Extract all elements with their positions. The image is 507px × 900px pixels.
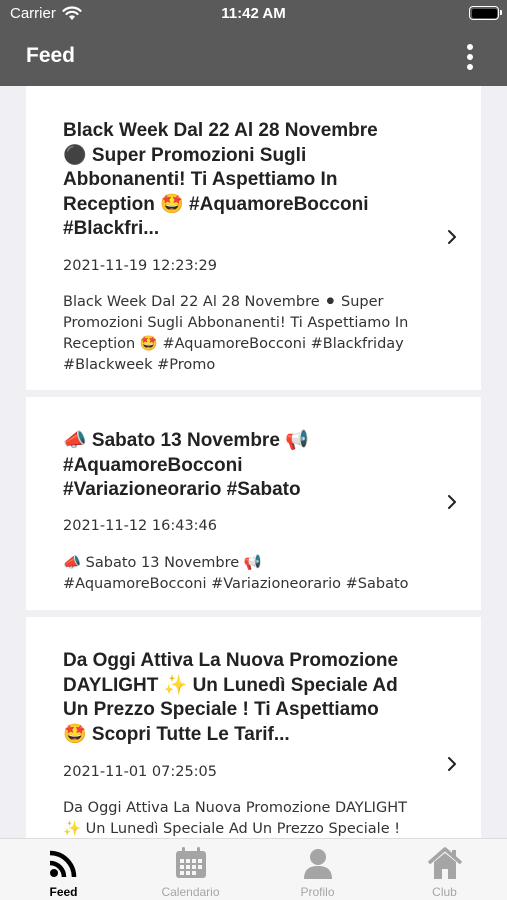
title-line: #Variazioneorario #Sabato bbox=[63, 479, 301, 500]
feed-card-body: Black Week Dal 22 Al 28 Novembre ⚫ Super… bbox=[63, 292, 433, 376]
more-vertical-icon[interactable] bbox=[463, 44, 477, 70]
status-bar: Carrier 11:42 AM bbox=[0, 0, 507, 28]
feed-card[interactable]: 📣 Sabato 13 Novembre 📢 #AquamoreBocconi … bbox=[26, 397, 481, 610]
body-line: Reception 🤩 #AquamoreBocconi #Blackfrida… bbox=[63, 336, 404, 352]
tab-label: Club bbox=[432, 885, 457, 899]
home-icon bbox=[427, 847, 462, 879]
title-line: #AquamoreBocconi bbox=[63, 454, 243, 476]
navigation-bar: Feed bbox=[0, 28, 507, 86]
chevron-right-icon[interactable] bbox=[445, 756, 459, 772]
title-line: 📣 Sabato 13 Novembre 📢 bbox=[63, 430, 309, 451]
title-line: Abbonanenti! Ti Aspettiamo In bbox=[63, 169, 338, 190]
title-line: 🤩 Scopri Tutte Le Tarif... bbox=[63, 723, 290, 745]
chevron-right-icon[interactable] bbox=[445, 494, 459, 510]
title-line: Da Oggi Attiva La Nuova Promozione bbox=[63, 650, 399, 671]
tab-label: Feed bbox=[49, 885, 78, 899]
feed-card-title: 📣 Sabato 13 Novembre 📢 #AquamoreBocconi … bbox=[63, 429, 413, 503]
feed-card-date: 2021-11-19 12:23:29 bbox=[63, 258, 217, 274]
body-line: 📣 Sabato 13 Novembre 📢 bbox=[63, 555, 262, 571]
user-icon bbox=[303, 849, 332, 879]
tab-club[interactable]: Club bbox=[381, 843, 507, 899]
title-line: #Blackfri... bbox=[63, 218, 160, 239]
tab-feed[interactable]: Feed bbox=[0, 843, 127, 899]
feed-card-date: 2021-11-12 16:43:46 bbox=[63, 518, 217, 534]
page-title: Feed bbox=[26, 44, 76, 67]
battery-icon bbox=[469, 6, 502, 20]
feed-card-title: Black Week Dal 22 Al 28 Novembre ⚫ Super… bbox=[63, 119, 413, 242]
calendar-icon bbox=[175, 847, 206, 878]
feed-card-title: Da Oggi Attiva La Nuova Promozione DAYLI… bbox=[63, 649, 413, 747]
feed-card-body: Da Oggi Attiva La Nuova Promozione DAYLI… bbox=[63, 798, 433, 838]
tab-bar: Feed Calendario Profilo Club bbox=[0, 838, 507, 900]
tab-calendario[interactable]: Calendario bbox=[127, 843, 254, 899]
title-line: Un Prezzo Speciale ! Ti Aspettiamo bbox=[63, 699, 379, 720]
body-line: #Blackweek #Promo bbox=[63, 357, 216, 373]
title-line: Reception 🤩 #AquamoreBocconi bbox=[63, 193, 369, 215]
feed-card-date: 2021-11-01 07:25:05 bbox=[63, 764, 217, 780]
body-line: Promozioni Sugli Abbonanenti! Ti Aspetti… bbox=[63, 315, 409, 331]
tab-profilo[interactable]: Profilo bbox=[254, 843, 381, 899]
tab-label: Profilo bbox=[300, 885, 335, 899]
body-line: Da Oggi Attiva La Nuova Promozione DAYLI… bbox=[63, 800, 407, 816]
feed-list: Black Week Dal 22 Al 28 Novembre ⚫ Super… bbox=[0, 86, 507, 838]
body-line: ✨ Un Lunedì Speciale Ad Un Prezzo Specia… bbox=[63, 821, 401, 837]
feed-card[interactable]: Black Week Dal 22 Al 28 Novembre ⚫ Super… bbox=[26, 86, 481, 390]
feed-card[interactable]: Da Oggi Attiva La Nuova Promozione DAYLI… bbox=[26, 617, 481, 838]
status-time: 11:42 AM bbox=[221, 5, 286, 22]
rss-icon bbox=[49, 850, 76, 878]
chevron-right-icon[interactable] bbox=[445, 229, 459, 245]
tab-label: Calendario bbox=[161, 885, 220, 899]
title-line: DAYLIGHT ✨ Un Lunedì Speciale Ad bbox=[63, 674, 398, 696]
title-line: Black Week Dal 22 Al 28 Novembre bbox=[63, 120, 378, 141]
feed-card-body: 📣 Sabato 13 Novembre 📢 #AquamoreBocconi … bbox=[63, 553, 433, 595]
title-line: ⚫ Super Promozioni Sugli bbox=[63, 144, 307, 166]
body-line: Black Week Dal 22 Al 28 Novembre ⚫ Super bbox=[63, 294, 384, 310]
body-line: #AquamoreBocconi #Variazioneorario #Saba… bbox=[63, 576, 409, 592]
